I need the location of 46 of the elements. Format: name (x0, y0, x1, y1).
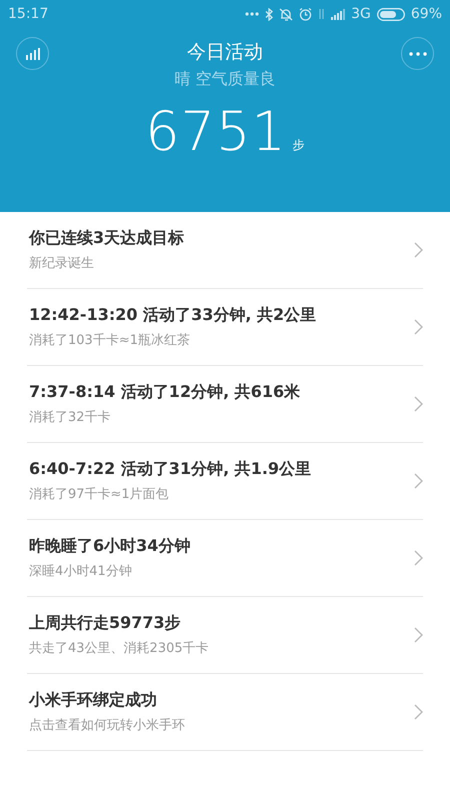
step-unit: 步 (292, 137, 305, 154)
battery-icon (376, 8, 405, 20)
bluetooth-icon (265, 8, 274, 20)
activity-row[interactable]: 上周共行走59773步 共走了43公里、消耗2305千卡 (27, 597, 423, 674)
activity-detail: 新纪录诞生 (29, 255, 95, 272)
activity-detail: 深睡4小时41分钟 (29, 563, 133, 580)
activity-title: 小米手环绑定成功 (29, 690, 158, 711)
battery-percent: 69% (410, 6, 442, 22)
activity-row[interactable]: 昨晚睡了6小时34分钟 深睡4小时41分钟 (27, 520, 423, 597)
activity-detail: 消耗了103千卡≈1瓶冰红茶 (29, 332, 191, 349)
activity-row[interactable]: 你已连续3天达成目标 新纪录诞生 (27, 212, 423, 289)
more-icon (408, 52, 426, 56)
chevron-right-icon (414, 704, 423, 720)
activity-title: 12:42-13:20 活动了33分钟, 共2公里 (29, 305, 318, 326)
signal-icon (331, 8, 346, 20)
chevron-right-icon (414, 627, 423, 643)
activity-title: 6:40-7:22 活动了31分钟, 共1.9公里 (29, 459, 312, 480)
bell-off-icon (279, 8, 294, 20)
stats-button[interactable] (16, 37, 49, 70)
status-time: 15:17 (8, 6, 48, 22)
activity-title: 你已连续3天达成目标 (29, 228, 186, 249)
chevron-right-icon (414, 242, 423, 258)
chevron-right-icon (414, 319, 423, 335)
activity-detail: 消耗了97千卡≈1片面包 (29, 486, 170, 503)
activity-detail: 点击查看如何玩转小米手环 (29, 717, 186, 734)
activity-title: 7:37-8:14 活动了12分钟, 共616米 (29, 382, 302, 403)
chevron-right-icon (414, 473, 423, 489)
activity-title: 昨晚睡了6小时34分钟 (29, 536, 192, 557)
network-type: 3G (351, 6, 371, 22)
more-button[interactable] (401, 37, 434, 70)
dots-icon (245, 12, 260, 16)
activity-detail: 共走了43公里、消耗2305千卡 (29, 640, 210, 657)
chevron-right-icon (414, 550, 423, 566)
activity-row[interactable]: 6:40-7:22 活动了31分钟, 共1.9公里 消耗了97千卡≈1片面包 (27, 443, 423, 520)
chevron-right-icon (414, 396, 423, 412)
activity-row[interactable]: 小米手环绑定成功 点击查看如何玩转小米手环 (27, 674, 423, 751)
activity-title: 上周共行走59773步 (29, 613, 182, 634)
activity-row[interactable]: 12:42-13:20 活动了33分钟, 共2公里 消耗了103千卡≈1瓶冰红茶 (27, 289, 423, 366)
step-count: 6751 (145, 104, 287, 160)
header-title: 今日活动 (187, 40, 263, 65)
alarm-icon (299, 8, 312, 20)
weather-summary: 晴 空气质量良 (174, 69, 276, 90)
data-arrows-icon (318, 8, 326, 20)
bar-chart-icon (26, 48, 40, 60)
activity-detail: 消耗了32千卡 (29, 409, 112, 426)
activity-row[interactable]: 7:37-8:14 活动了12分钟, 共616米 消耗了32千卡 (27, 366, 423, 443)
